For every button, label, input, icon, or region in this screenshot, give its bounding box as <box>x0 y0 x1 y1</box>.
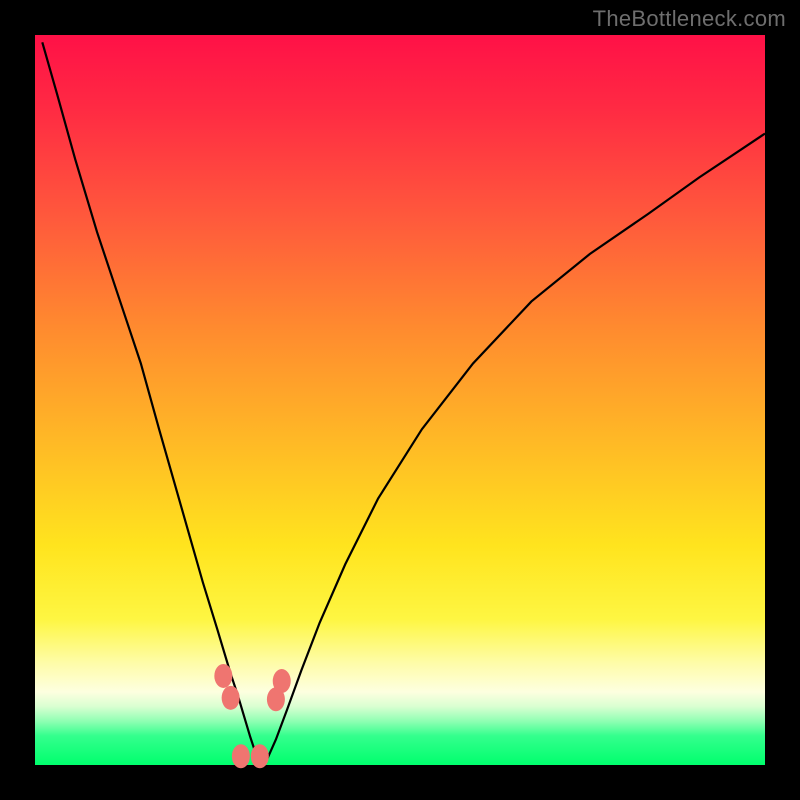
highlight-marker <box>214 664 232 688</box>
highlight-marker <box>273 669 291 693</box>
highlight-marker <box>222 686 240 710</box>
markers <box>214 664 290 768</box>
chart-root: TheBottleneck.com <box>0 0 800 800</box>
right-curve <box>267 134 765 760</box>
left-curve <box>42 42 257 759</box>
curves-layer <box>35 35 765 765</box>
highlight-marker <box>251 744 269 768</box>
watermark-label: TheBottleneck.com <box>593 6 786 32</box>
plot-area <box>35 35 765 765</box>
highlight-marker <box>232 744 250 768</box>
